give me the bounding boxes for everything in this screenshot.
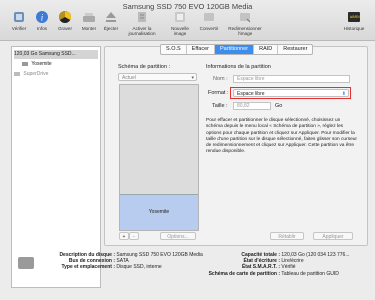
log-icon: WARN: [348, 12, 360, 22]
toolbar: Samsung SSD 750 EVO 120GB Media Vérifier…: [0, 0, 375, 41]
burn-icon: [58, 10, 72, 23]
size-field[interactable]: 80,82: [233, 102, 271, 110]
log-label: Historique: [343, 26, 365, 31]
burn-label: Graver: [57, 26, 73, 31]
journal-label: Activer la journalisation: [128, 26, 156, 37]
info-key: Type et emplacement :: [61, 264, 115, 271]
info-label: Infos: [37, 26, 47, 31]
convert-button[interactable]: Convertir: [196, 10, 222, 31]
sidebar-superdrive-label: SuperDrive: [23, 71, 49, 77]
format-label: Format :: [208, 90, 229, 96]
eject-icon: [106, 12, 116, 22]
mount-icon: [83, 13, 95, 22]
verify-icon: [14, 12, 24, 22]
eject-label: Éjecter: [103, 26, 119, 31]
tab-partition[interactable]: Partitionner: [215, 45, 255, 54]
svg-text:WARN: WARN: [350, 16, 360, 20]
name-field[interactable]: Espace libre: [233, 75, 350, 83]
new-image-button[interactable]: Nouvelle image: [165, 10, 195, 36]
mount-label: Monter: [81, 26, 97, 31]
sidebar-disk-label: 120,03 Go Samsung SSD...: [14, 51, 76, 57]
apply-button[interactable]: Appliquer: [313, 232, 353, 240]
partition-description: Pour effacer et partitionner le disque s…: [206, 118, 358, 155]
burn-button[interactable]: Graver: [52, 10, 78, 31]
tab-bar: S.O.S Effacer Partitionner RAID Restaure…: [160, 44, 314, 55]
partition-info-label: Informations de la partition: [206, 64, 271, 70]
tab-sos[interactable]: S.O.S: [161, 45, 187, 54]
tab-erase[interactable]: Effacer: [187, 45, 215, 54]
options-button[interactable]: Options...: [160, 232, 196, 240]
info-value: Vérifié: [281, 264, 296, 271]
tab-raid[interactable]: RAID: [254, 45, 279, 54]
info-value: Tableau de partition GUID: [281, 270, 339, 277]
info-value: Disque SSD, interne: [116, 264, 162, 271]
volume-icon: [22, 61, 28, 66]
scheme-value: Actuel: [122, 75, 136, 81]
disk-info-right: Capacité totale : 120,03 Go (120 034 123…: [196, 252, 350, 277]
verify-label: Vérifier: [11, 26, 27, 31]
partition-diagram[interactable]: Yosemite: [119, 84, 199, 231]
info-value: SATA: [116, 258, 129, 265]
journal-button[interactable]: Activer la journalisation: [120, 10, 164, 36]
resize-image-button[interactable]: Redimensionner l'image: [222, 10, 268, 36]
format-highlight-box: [230, 87, 351, 99]
new-image-label: Nouvelle image: [171, 26, 189, 37]
new-image-icon: [175, 12, 185, 22]
resize-icon: [240, 13, 251, 23]
sidebar-item-disk[interactable]: 120,03 Go Samsung SSD...: [14, 50, 98, 59]
journal-icon: [138, 12, 146, 22]
optical-drive-icon: [14, 71, 20, 76]
size-unit: Go: [275, 103, 283, 109]
log-button[interactable]: WARN Historique: [339, 10, 369, 31]
remove-partition-button[interactable]: −: [129, 232, 139, 240]
scheme-label: Schéma de partition :: [118, 64, 170, 70]
info-icon: i: [36, 11, 48, 23]
sidebar-item-superdrive[interactable]: SuperDrive: [14, 70, 48, 79]
disk-icon: [18, 257, 34, 269]
convert-icon: [204, 13, 214, 21]
disk-utility-window: Samsung SSD 750 EVO 120GB Media Vérifier…: [0, 0, 375, 300]
sidebar-yosemite-label: Yosemite: [31, 61, 52, 67]
name-label: Nom :: [213, 76, 228, 82]
size-label: Taille :: [212, 103, 228, 109]
convert-label: Convertir: [199, 26, 219, 31]
info-key: Schéma de carte de partition :: [208, 270, 280, 277]
info-row: Type et emplacement : Disque SSD, intern…: [40, 264, 203, 270]
chevron-down-icon: ▾: [191, 75, 194, 81]
sidebar-item-yosemite[interactable]: Yosemite: [22, 60, 52, 69]
disk-info-left: Description du disque : Samsung SSD 750 …: [40, 252, 203, 271]
resize-label: Redimensionner l'image: [228, 26, 262, 37]
partition-block-yosemite[interactable]: Yosemite: [120, 194, 198, 230]
revert-button[interactable]: Rétablir: [270, 232, 304, 240]
tab-restore[interactable]: Restaurer: [278, 45, 312, 54]
add-partition-button[interactable]: +: [119, 232, 129, 240]
scheme-select[interactable]: Actuel ▾: [118, 73, 197, 81]
info-row: Schéma de carte de partition : Tableau d…: [196, 271, 350, 277]
info-value: Samsung SSD 750 EVO 120GB Media: [116, 252, 203, 258]
